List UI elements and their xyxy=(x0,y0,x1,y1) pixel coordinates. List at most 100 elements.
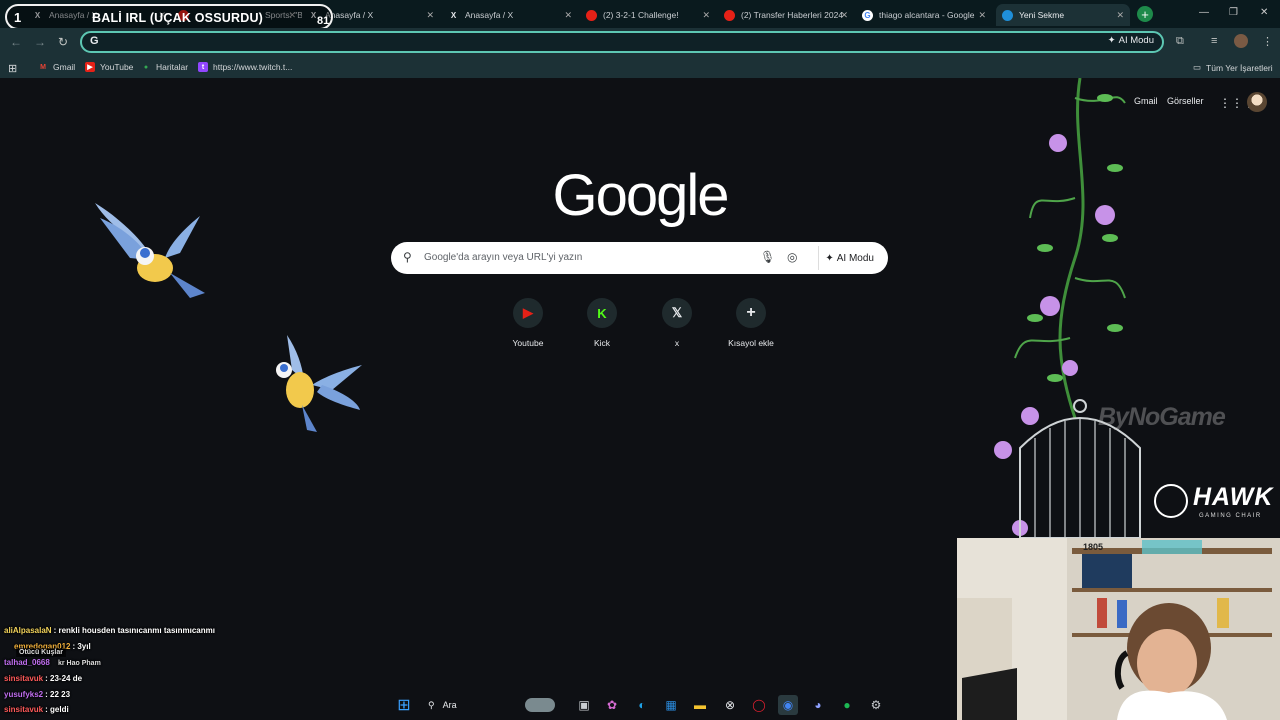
chat-text: : 23-24 de xyxy=(45,674,83,683)
shortcut-youtube[interactable]: ▶ Youtube xyxy=(493,298,563,348)
close-icon[interactable]: ✕ xyxy=(1116,10,1124,21)
poster-number: 1805 xyxy=(1083,542,1103,552)
search-placeholder: Google'da arayın veya URL'yi yazın xyxy=(424,252,583,263)
x-logo-icon: 𝕏 xyxy=(662,298,692,328)
bookmark-gmail[interactable]: M Gmail xyxy=(38,62,75,72)
google-lens-icon[interactable]: ◎ xyxy=(787,250,797,264)
tab-7[interactable]: G thiago alcantara - Google ✕ xyxy=(856,4,992,26)
reload-icon[interactable]: ↻ xyxy=(58,35,68,49)
chat-text: : 22 23 xyxy=(45,690,71,699)
shortcut-label: Youtube xyxy=(512,338,544,348)
copilot-icon[interactable]: ✿ xyxy=(602,695,622,715)
store-icon[interactable]: ▦ xyxy=(661,695,681,715)
close-window-icon[interactable]: ✕ xyxy=(1260,7,1268,18)
bluetit-bird-image xyxy=(95,203,205,298)
tab-label: (2) 3-2-1 Challenge! xyxy=(603,10,679,20)
ai-search-icon: ✦ xyxy=(1107,35,1116,46)
google-search-box[interactable]: ⚲ Google'da arayın veya URL'yi yazın 🎙 ◎… xyxy=(391,242,888,274)
spotify-icon[interactable]: ● xyxy=(837,695,857,715)
tab-5[interactable]: (2) 3-2-1 Challenge! ✕ xyxy=(580,4,716,26)
google-icon: G xyxy=(90,35,99,47)
tab-6[interactable]: (2) Transfer Haberleri 2024 ✕ xyxy=(718,4,854,26)
chat-message: talhad_0668 xyxy=(4,658,52,667)
settings-gear-icon[interactable]: ⚙ xyxy=(866,695,886,715)
extensions-icon[interactable]: ⧉ xyxy=(1176,35,1184,48)
microphone-icon[interactable]: 🎙 xyxy=(760,250,775,264)
ai-search-icon: ✦ xyxy=(825,252,834,264)
search-highlight-icon xyxy=(524,698,555,712)
bluetit-bird-image xyxy=(276,335,362,432)
close-icon[interactable]: ✕ xyxy=(978,10,986,21)
profile-avatar[interactable] xyxy=(1234,34,1248,48)
chat-overlay-label: Ötücü Kuşlar xyxy=(16,648,66,657)
x-logo-icon: X xyxy=(450,10,457,20)
bookmark-label: https://www.twitch.t... xyxy=(213,62,293,72)
bookmark-label: Gmail xyxy=(53,62,76,72)
chrome-icon[interactable]: ◉ xyxy=(778,695,798,715)
close-icon[interactable]: ✕ xyxy=(426,10,434,21)
taskbar-search[interactable]: ⚲ Ara xyxy=(420,694,560,716)
address-bar[interactable]: G ✦ AI Modu xyxy=(80,31,1164,53)
chat-message: sinsitavuk: geldi xyxy=(4,705,69,714)
plus-icon: + xyxy=(736,298,766,328)
menu-kebab-icon[interactable]: ⋮ xyxy=(1262,35,1273,48)
google-logo: Google xyxy=(552,163,729,228)
back-arrow-icon[interactable]: ← xyxy=(10,35,22,49)
chat-username: sinsitavuk xyxy=(4,705,44,714)
shortcut-x[interactable]: 𝕏 x xyxy=(642,298,712,348)
chat-text: : 3yıl xyxy=(72,642,91,651)
taskbar-search-label: Ara xyxy=(442,700,457,710)
all-bookmarks[interactable]: ▭ Tüm Yer İşaretleri xyxy=(1193,62,1273,73)
bookmark-youtube[interactable]: ▶ YouTube xyxy=(85,62,133,72)
forward-arrow-icon[interactable]: → xyxy=(34,35,46,49)
windows-taskbar: ⊞ ⚲ Ara ▣ ✿ ◐ ▦ ▬ ⊗ ◯ ◉ ◕ ● ⚙ xyxy=(380,690,900,720)
close-icon[interactable]: ✕ xyxy=(840,10,848,21)
xbox-icon[interactable]: ⊗ xyxy=(720,695,740,715)
chat-username: yusufyks2 xyxy=(4,690,44,699)
chat-message: sinsitavuk: 23-24 de xyxy=(4,674,82,683)
shortcut-kick[interactable]: K Kick xyxy=(567,298,637,348)
ai-mode-button[interactable]: ✦ AI Modu xyxy=(1108,35,1154,46)
youtube-icon xyxy=(724,9,735,21)
media-control-icon[interactable]: ≡ xyxy=(1211,35,1217,47)
twitch-icon: t xyxy=(198,62,208,72)
folder-icon: ▭ xyxy=(1193,62,1202,72)
opera-icon[interactable]: ◯ xyxy=(749,695,769,715)
task-view-icon[interactable]: ▣ xyxy=(574,695,594,715)
close-icon[interactable]: ✕ xyxy=(564,10,572,21)
chat-text: : geldi xyxy=(45,705,69,714)
youtube-icon: ▶ xyxy=(85,62,95,72)
apps-grid-icon[interactable]: ⊞ xyxy=(8,62,17,75)
minimize-icon[interactable]: — xyxy=(1199,7,1209,18)
chat-username: aliAlpasalaN xyxy=(4,626,52,635)
tab-label: Anasayfa / X xyxy=(465,10,514,20)
discord-icon[interactable]: ◕ xyxy=(808,695,828,715)
gmail-icon: M xyxy=(40,63,46,71)
hawk-logo-icon xyxy=(1154,484,1188,518)
bynogame-sponsor-logo: ByNoGame xyxy=(1098,403,1226,431)
account-avatar[interactable] xyxy=(1247,92,1267,112)
new-tab-button[interactable]: + xyxy=(1137,6,1153,22)
overlay-title-text: BALİ IRL (UÇAK OSSURDU) xyxy=(92,11,264,25)
overlay-count: 81 xyxy=(317,15,330,27)
tab-4[interactable]: X Anasayfa / X ✕ xyxy=(442,4,578,26)
edge-icon[interactable]: ◐ xyxy=(632,695,652,715)
ai-mode-button[interactable]: ✦ AI Modu xyxy=(818,246,880,270)
restore-icon[interactable]: ❐ xyxy=(1229,7,1238,18)
shortcut-label: Kick xyxy=(593,338,611,348)
close-icon[interactable]: ✕ xyxy=(702,10,710,21)
chat-username: talhad_0668 xyxy=(4,658,50,667)
bookmark-label: Haritalar xyxy=(156,62,189,72)
search-icon: ⚲ xyxy=(403,250,412,264)
bookmark-twitch[interactable]: t https://www.twitch.t... xyxy=(198,62,292,72)
screen: X Anasayfa / X ✕ Sports: "Be ✕ X Anasayf… xyxy=(0,0,1280,720)
windows-start-icon[interactable]: ⊞ xyxy=(394,695,414,715)
shortcut-add[interactable]: + Kısayol ekle xyxy=(716,298,786,348)
tab-8-active[interactable]: Yeni Sekme ✕ xyxy=(996,4,1130,26)
hawk-sponsor-logo: HAWK xyxy=(1193,483,1274,511)
tab-label: Yeni Sekme xyxy=(1019,10,1065,20)
google-icon: G xyxy=(862,9,873,21)
file-explorer-icon[interactable]: ▬ xyxy=(690,695,710,715)
chrome-icon xyxy=(1002,9,1013,21)
bookmark-maps[interactable]: ● Haritalar xyxy=(141,62,188,72)
